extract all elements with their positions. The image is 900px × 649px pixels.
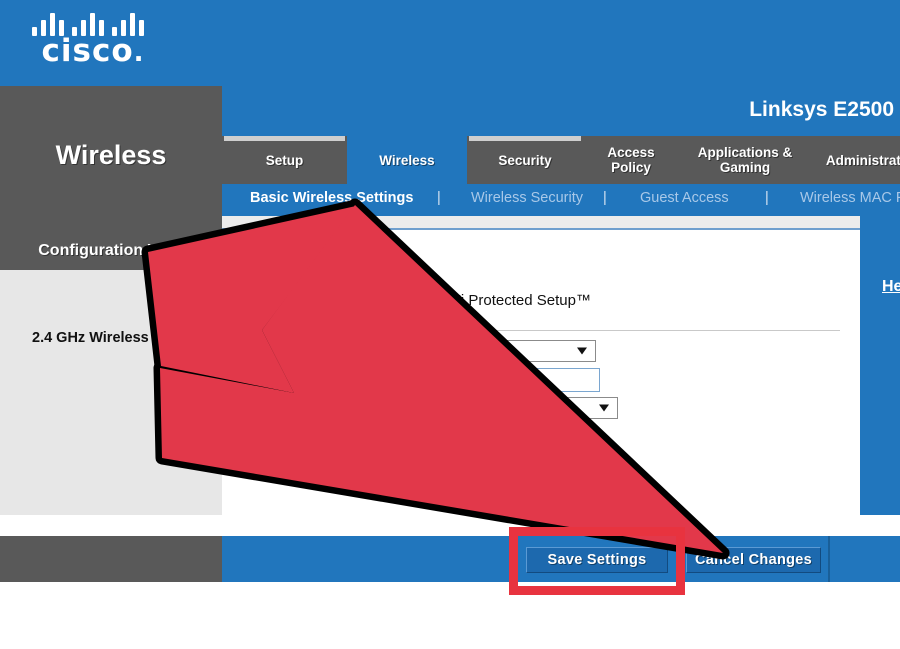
tab-applications-gaming[interactable]: Applications & Gaming [679,136,811,184]
product-header-strip: Linksys E2500 [222,86,900,136]
page-bottom-whitespace [0,582,900,649]
network-name-value: WikiWifi [446,372,498,388]
tab-access-policy[interactable]: Access Policy [583,136,679,184]
cisco-wordmark-dot: . [133,38,145,68]
page-title: Wireless [55,140,167,170]
help-column [860,216,900,515]
cancel-changes-button[interactable]: Cancel Changes [686,547,821,573]
tab-wireless-label: Wireless [379,152,435,168]
save-settings-label: Save Settings [547,552,647,568]
ssid-broadcast-disabled-label: Disabled [544,455,607,472]
wireless-settings-section-label: 2.4 GHz Wireless Settings [32,330,210,346]
channel-width-field: 20 MHz Only [422,397,618,419]
network-mode-value: Mixed [454,343,493,359]
channel-field: Auto [420,426,548,448]
chevron-down-icon [577,347,587,355]
tab-administration[interactable]: Administration [811,136,900,184]
channel-select[interactable]: Auto [420,426,548,448]
content-top-gap [222,216,860,228]
tab-security-label: Security [498,152,552,168]
main-tab-bar: Setup Wireless Security Access Policy Ap… [222,136,900,184]
sub-tab-bar: Basic Wireless Settings | Wireless Secur… [222,184,900,216]
section-divider [244,330,840,331]
channel-width-value: 20 MHz Only [430,400,514,416]
help-link[interactable]: Help [882,278,900,296]
sidebar-background [0,234,222,515]
section-title-panel: Wireless [0,86,222,234]
save-settings-button[interactable]: Save Settings [526,547,668,573]
tab-applications-gaming-label: Applications & Gaming [697,145,793,175]
tab-security[interactable]: Security [467,136,583,184]
network-mode-select[interactable]: Mixed [446,340,596,362]
ssid-broadcast-enabled-label: Enabled [442,455,501,472]
network-name-field: WikiWifi [440,368,600,392]
configuration-view-label: Configuration View [38,242,184,259]
tab-administration-label: Administration [825,152,900,168]
manual-label: Manual [269,292,319,309]
ssid-broadcast-enabled-radio[interactable] [422,457,435,470]
ssid-broadcast-disabled-radio[interactable] [524,457,538,470]
chevron-down-icon [599,404,609,412]
subtab-separator-3: | [765,190,769,206]
tab-access-policy-label: Access Policy [607,145,655,175]
cisco-wordmark: cisco. [28,34,158,70]
router-admin-screenshot: cisco. Wireless Linksys E2500 Setup Wire… [0,0,900,649]
subtab-separator-2: | [603,190,607,206]
cisco-wordmark-text: cisco [41,33,134,69]
setup-mode-row: Manual Wi-Fi Protected Setup™ [250,292,591,309]
subtab-wireless-mac-filter[interactable]: Wireless MAC Filter [800,190,900,206]
content-panel: Manual Wi-Fi Protected Setup™ Mixed Wiki… [222,228,860,540]
footer-left-block [0,536,222,582]
channel-value: Auto [428,429,458,445]
brand-bar: cisco. [0,0,900,86]
tab-setup[interactable]: Setup [222,136,347,184]
network-name-input[interactable]: WikiWifi [440,368,600,392]
product-name: Linksys E2500 [749,98,894,121]
channel-width-select[interactable]: 20 MHz Only [422,397,618,419]
tab-setup-label: Setup [265,152,304,168]
ssid-broadcast-row: Enabled Disabled [422,455,607,472]
subtab-guest-access[interactable]: Guest Access [640,190,729,206]
configuration-view-bar: Configuration View [0,234,222,270]
subtab-wireless-security[interactable]: Wireless Security [471,190,583,206]
network-mode-field: Mixed [446,340,596,362]
manual-radio[interactable] [250,294,263,307]
subtab-basic-wireless-settings[interactable]: Basic Wireless Settings [250,190,413,206]
cancel-changes-label: Cancel Changes [694,552,812,568]
chevron-down-icon [529,433,539,441]
cisco-logo: cisco. [28,8,158,70]
subtab-separator-1: | [437,190,441,206]
tab-wireless[interactable]: Wireless [347,136,467,184]
wps-label: Wi-Fi Protected Setup™ [429,292,591,309]
wps-radio[interactable] [410,294,424,307]
